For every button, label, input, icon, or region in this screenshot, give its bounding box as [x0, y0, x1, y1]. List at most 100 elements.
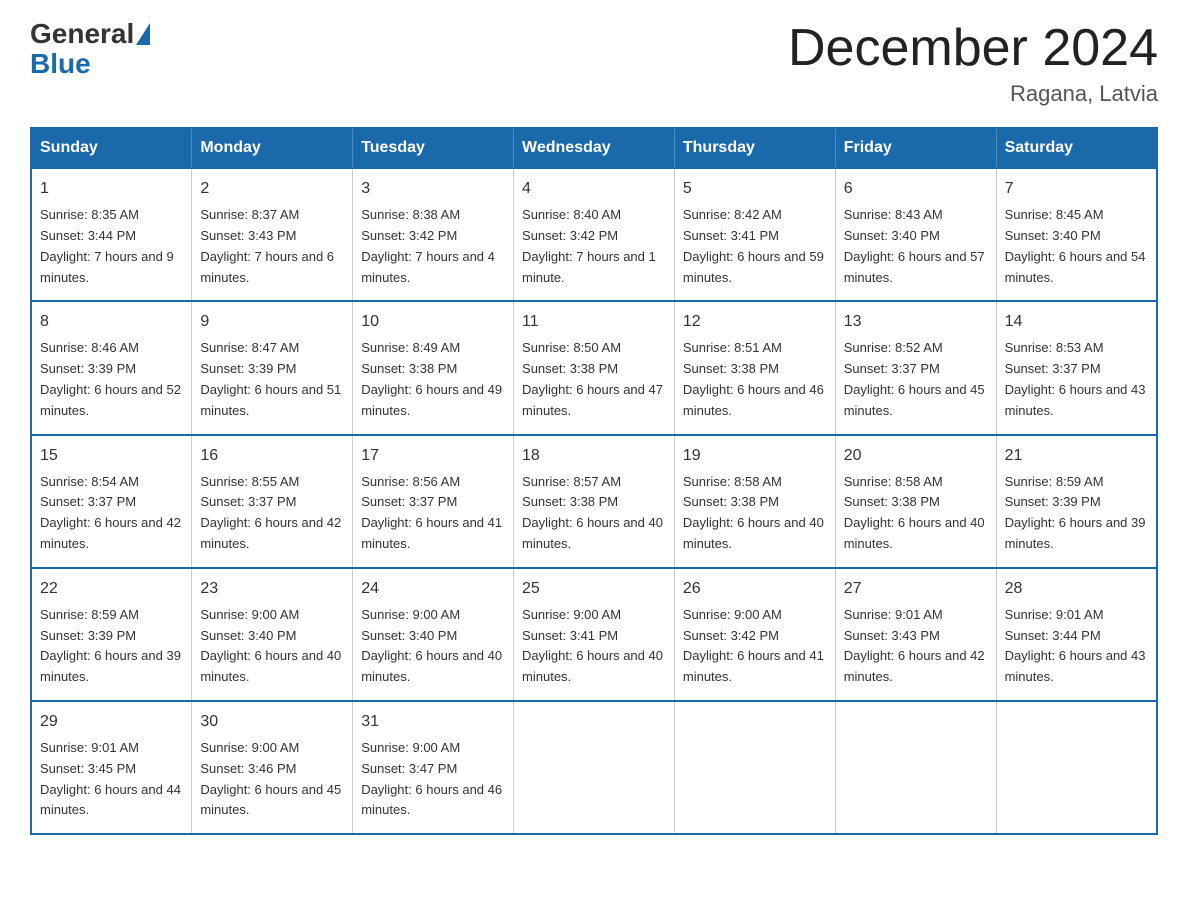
weekday-header-sunday: Sunday [31, 128, 192, 168]
calendar-week-row: 22 Sunrise: 8:59 AM Sunset: 3:39 PM Dayl… [31, 568, 1157, 701]
day-number: 20 [844, 444, 988, 468]
day-number: 12 [683, 310, 827, 334]
weekday-header-thursday: Thursday [674, 128, 835, 168]
day-info: Sunrise: 9:00 AM Sunset: 3:47 PM Dayligh… [361, 738, 505, 821]
day-info: Sunrise: 8:56 AM Sunset: 3:37 PM Dayligh… [361, 472, 505, 555]
day-info: Sunrise: 8:52 AM Sunset: 3:37 PM Dayligh… [844, 338, 988, 421]
calendar-cell: 6 Sunrise: 8:43 AM Sunset: 3:40 PM Dayli… [835, 168, 996, 301]
calendar-cell [674, 701, 835, 834]
day-info: Sunrise: 8:37 AM Sunset: 3:43 PM Dayligh… [200, 205, 344, 288]
calendar-week-row: 29 Sunrise: 9:01 AM Sunset: 3:45 PM Dayl… [31, 701, 1157, 834]
logo-general-text: General [30, 20, 134, 48]
calendar-cell [514, 701, 675, 834]
day-number: 31 [361, 710, 505, 734]
title-section: December 2024 Ragana, Latvia [788, 20, 1158, 107]
day-number: 25 [522, 577, 666, 601]
page-title: December 2024 [788, 20, 1158, 77]
calendar-week-row: 8 Sunrise: 8:46 AM Sunset: 3:39 PM Dayli… [31, 301, 1157, 434]
day-number: 16 [200, 444, 344, 468]
calendar-cell: 20 Sunrise: 8:58 AM Sunset: 3:38 PM Dayl… [835, 435, 996, 568]
day-info: Sunrise: 8:58 AM Sunset: 3:38 PM Dayligh… [683, 472, 827, 555]
day-info: Sunrise: 9:01 AM Sunset: 3:43 PM Dayligh… [844, 605, 988, 688]
day-number: 4 [522, 177, 666, 201]
calendar-cell: 15 Sunrise: 8:54 AM Sunset: 3:37 PM Dayl… [31, 435, 192, 568]
calendar-cell: 29 Sunrise: 9:01 AM Sunset: 3:45 PM Dayl… [31, 701, 192, 834]
calendar-cell: 22 Sunrise: 8:59 AM Sunset: 3:39 PM Dayl… [31, 568, 192, 701]
calendar-cell: 31 Sunrise: 9:00 AM Sunset: 3:47 PM Dayl… [353, 701, 514, 834]
calendar-cell: 13 Sunrise: 8:52 AM Sunset: 3:37 PM Dayl… [835, 301, 996, 434]
calendar-week-row: 1 Sunrise: 8:35 AM Sunset: 3:44 PM Dayli… [31, 168, 1157, 301]
day-number: 27 [844, 577, 988, 601]
calendar-cell: 30 Sunrise: 9:00 AM Sunset: 3:46 PM Dayl… [192, 701, 353, 834]
day-number: 6 [844, 177, 988, 201]
calendar-cell: 11 Sunrise: 8:50 AM Sunset: 3:38 PM Dayl… [514, 301, 675, 434]
day-number: 7 [1005, 177, 1148, 201]
day-number: 21 [1005, 444, 1148, 468]
day-number: 2 [200, 177, 344, 201]
day-number: 15 [40, 444, 183, 468]
day-info: Sunrise: 8:53 AM Sunset: 3:37 PM Dayligh… [1005, 338, 1148, 421]
calendar-cell: 14 Sunrise: 8:53 AM Sunset: 3:37 PM Dayl… [996, 301, 1157, 434]
logo-triangle-icon [136, 23, 150, 45]
day-info: Sunrise: 8:58 AM Sunset: 3:38 PM Dayligh… [844, 472, 988, 555]
day-info: Sunrise: 9:00 AM Sunset: 3:41 PM Dayligh… [522, 605, 666, 688]
calendar-cell: 25 Sunrise: 9:00 AM Sunset: 3:41 PM Dayl… [514, 568, 675, 701]
day-number: 1 [40, 177, 183, 201]
day-number: 22 [40, 577, 183, 601]
calendar-table: SundayMondayTuesdayWednesdayThursdayFrid… [30, 127, 1158, 835]
day-number: 3 [361, 177, 505, 201]
calendar-cell: 27 Sunrise: 9:01 AM Sunset: 3:43 PM Dayl… [835, 568, 996, 701]
day-info: Sunrise: 8:57 AM Sunset: 3:38 PM Dayligh… [522, 472, 666, 555]
day-info: Sunrise: 8:54 AM Sunset: 3:37 PM Dayligh… [40, 472, 183, 555]
day-info: Sunrise: 8:47 AM Sunset: 3:39 PM Dayligh… [200, 338, 344, 421]
day-number: 14 [1005, 310, 1148, 334]
day-info: Sunrise: 8:43 AM Sunset: 3:40 PM Dayligh… [844, 205, 988, 288]
logo: General Blue [30, 20, 152, 80]
calendar-cell: 12 Sunrise: 8:51 AM Sunset: 3:38 PM Dayl… [674, 301, 835, 434]
day-number: 30 [200, 710, 344, 734]
day-info: Sunrise: 9:00 AM Sunset: 3:46 PM Dayligh… [200, 738, 344, 821]
day-number: 29 [40, 710, 183, 734]
day-number: 17 [361, 444, 505, 468]
day-info: Sunrise: 8:38 AM Sunset: 3:42 PM Dayligh… [361, 205, 505, 288]
calendar-cell: 17 Sunrise: 8:56 AM Sunset: 3:37 PM Dayl… [353, 435, 514, 568]
day-number: 5 [683, 177, 827, 201]
day-number: 26 [683, 577, 827, 601]
weekday-header-wednesday: Wednesday [514, 128, 675, 168]
day-number: 10 [361, 310, 505, 334]
day-number: 18 [522, 444, 666, 468]
calendar-cell: 5 Sunrise: 8:42 AM Sunset: 3:41 PM Dayli… [674, 168, 835, 301]
calendar-cell: 2 Sunrise: 8:37 AM Sunset: 3:43 PM Dayli… [192, 168, 353, 301]
day-info: Sunrise: 8:59 AM Sunset: 3:39 PM Dayligh… [1005, 472, 1148, 555]
weekday-header-tuesday: Tuesday [353, 128, 514, 168]
day-number: 11 [522, 310, 666, 334]
page-subtitle: Ragana, Latvia [788, 81, 1158, 107]
day-info: Sunrise: 8:51 AM Sunset: 3:38 PM Dayligh… [683, 338, 827, 421]
page-header: General Blue December 2024 Ragana, Latvi… [30, 20, 1158, 107]
day-info: Sunrise: 9:00 AM Sunset: 3:40 PM Dayligh… [200, 605, 344, 688]
calendar-cell: 3 Sunrise: 8:38 AM Sunset: 3:42 PM Dayli… [353, 168, 514, 301]
calendar-cell: 7 Sunrise: 8:45 AM Sunset: 3:40 PM Dayli… [996, 168, 1157, 301]
calendar-cell: 8 Sunrise: 8:46 AM Sunset: 3:39 PM Dayli… [31, 301, 192, 434]
calendar-cell: 28 Sunrise: 9:01 AM Sunset: 3:44 PM Dayl… [996, 568, 1157, 701]
calendar-cell: 9 Sunrise: 8:47 AM Sunset: 3:39 PM Dayli… [192, 301, 353, 434]
day-info: Sunrise: 9:00 AM Sunset: 3:40 PM Dayligh… [361, 605, 505, 688]
day-info: Sunrise: 8:46 AM Sunset: 3:39 PM Dayligh… [40, 338, 183, 421]
logo-blue-text: Blue [30, 48, 91, 79]
day-number: 23 [200, 577, 344, 601]
calendar-cell: 26 Sunrise: 9:00 AM Sunset: 3:42 PM Dayl… [674, 568, 835, 701]
calendar-cell [835, 701, 996, 834]
day-number: 19 [683, 444, 827, 468]
day-info: Sunrise: 9:01 AM Sunset: 3:45 PM Dayligh… [40, 738, 183, 821]
day-info: Sunrise: 8:49 AM Sunset: 3:38 PM Dayligh… [361, 338, 505, 421]
day-info: Sunrise: 8:40 AM Sunset: 3:42 PM Dayligh… [522, 205, 666, 288]
day-info: Sunrise: 8:35 AM Sunset: 3:44 PM Dayligh… [40, 205, 183, 288]
calendar-week-row: 15 Sunrise: 8:54 AM Sunset: 3:37 PM Dayl… [31, 435, 1157, 568]
weekday-header-saturday: Saturday [996, 128, 1157, 168]
calendar-cell: 24 Sunrise: 9:00 AM Sunset: 3:40 PM Dayl… [353, 568, 514, 701]
day-info: Sunrise: 8:42 AM Sunset: 3:41 PM Dayligh… [683, 205, 827, 288]
calendar-cell: 18 Sunrise: 8:57 AM Sunset: 3:38 PM Dayl… [514, 435, 675, 568]
day-number: 24 [361, 577, 505, 601]
calendar-cell: 1 Sunrise: 8:35 AM Sunset: 3:44 PM Dayli… [31, 168, 192, 301]
day-info: Sunrise: 8:55 AM Sunset: 3:37 PM Dayligh… [200, 472, 344, 555]
